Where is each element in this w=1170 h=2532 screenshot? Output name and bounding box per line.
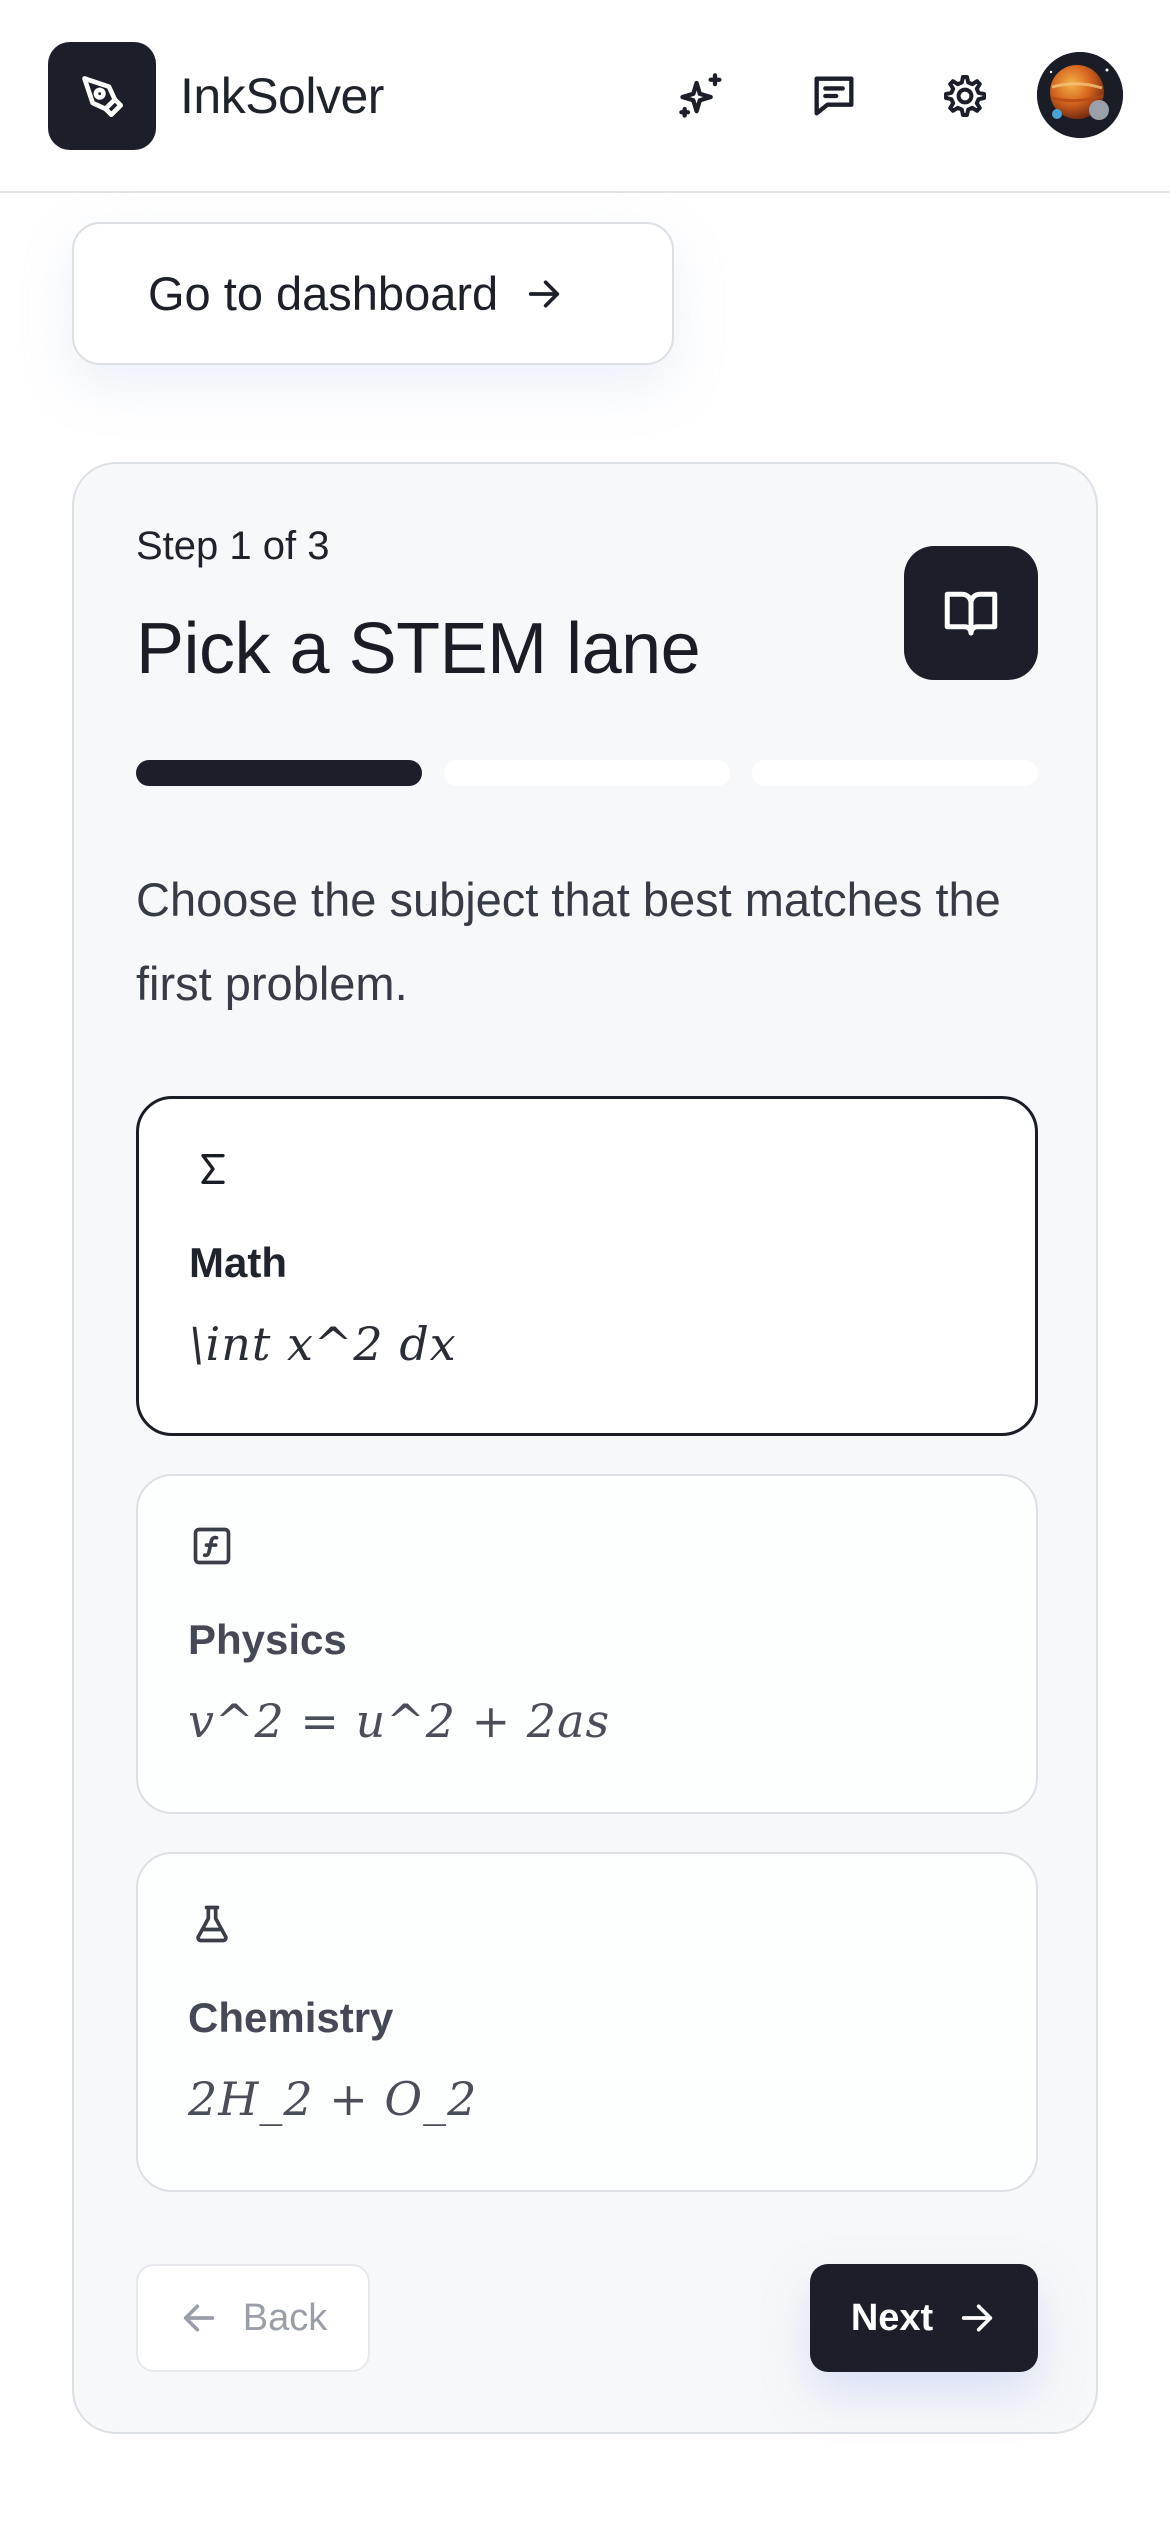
- user-avatar[interactable]: [1037, 52, 1123, 138]
- step-indicator: Step 1 of 3: [136, 524, 330, 568]
- open-book-icon: [944, 591, 998, 636]
- arrow-right-icon: [962, 2304, 993, 2332]
- option-label: Chemistry: [188, 1994, 394, 2041]
- chat-icon: [814, 76, 854, 116]
- go-to-dashboard-button[interactable]: Go to dashboard: [72, 222, 674, 365]
- pen-logo-icon: [82, 76, 123, 117]
- subject-guide-button[interactable]: [904, 546, 1038, 680]
- option-math[interactable]: Math \int x^2 dx: [136, 1096, 1038, 1436]
- sparkles-icon: [679, 73, 722, 118]
- option-physics[interactable]: Physics v^2 = u^2 + 2as: [136, 1474, 1038, 1814]
- next-label: Next: [850, 2296, 934, 2339]
- progress-segment-3: [752, 760, 1038, 786]
- gear-icon: [944, 75, 986, 117]
- next-button[interactable]: Next: [810, 2264, 1038, 2372]
- option-example: \int x^2 dx: [189, 1317, 457, 1371]
- app-title: InkSolver: [180, 68, 384, 124]
- back-label: Back: [242, 2296, 328, 2339]
- option-example: v^2 = u^2 + 2as: [188, 1694, 611, 1748]
- arrow-right-icon: [528, 280, 560, 307]
- option-label: Math: [189, 1239, 287, 1286]
- back-button[interactable]: Back: [136, 2264, 370, 2372]
- option-label: Physics: [188, 1616, 347, 1663]
- flask-icon: [188, 1900, 236, 1948]
- settings-button[interactable]: [929, 60, 1001, 132]
- option-chemistry[interactable]: Chemistry 2H_2 + O_2: [136, 1852, 1038, 2192]
- planet-avatar-icon: [1037, 52, 1123, 138]
- arrow-left-icon: [183, 2304, 214, 2332]
- go-to-dashboard-label: Go to dashboard: [148, 267, 499, 320]
- option-example: 2H_2 + O_2: [188, 2072, 478, 2126]
- stem-lane-wizard-card: Step 1 of 3 Pick a STEM lane Choose the …: [72, 462, 1098, 2434]
- progress-segment-2: [444, 760, 730, 786]
- step-progress: [136, 760, 1038, 786]
- ai-assist-button[interactable]: [666, 60, 738, 132]
- wizard-title: Pick a STEM lane: [136, 609, 701, 689]
- messages-button[interactable]: [798, 60, 870, 132]
- function-icon: [188, 1522, 236, 1570]
- sigma-icon: [189, 1145, 237, 1193]
- top-app-bar: InkSolver: [0, 0, 1170, 193]
- progress-segment-1: [136, 760, 422, 786]
- wizard-subtitle: Choose the subject that best matches the…: [136, 873, 1001, 1010]
- app-logo[interactable]: [48, 42, 156, 150]
